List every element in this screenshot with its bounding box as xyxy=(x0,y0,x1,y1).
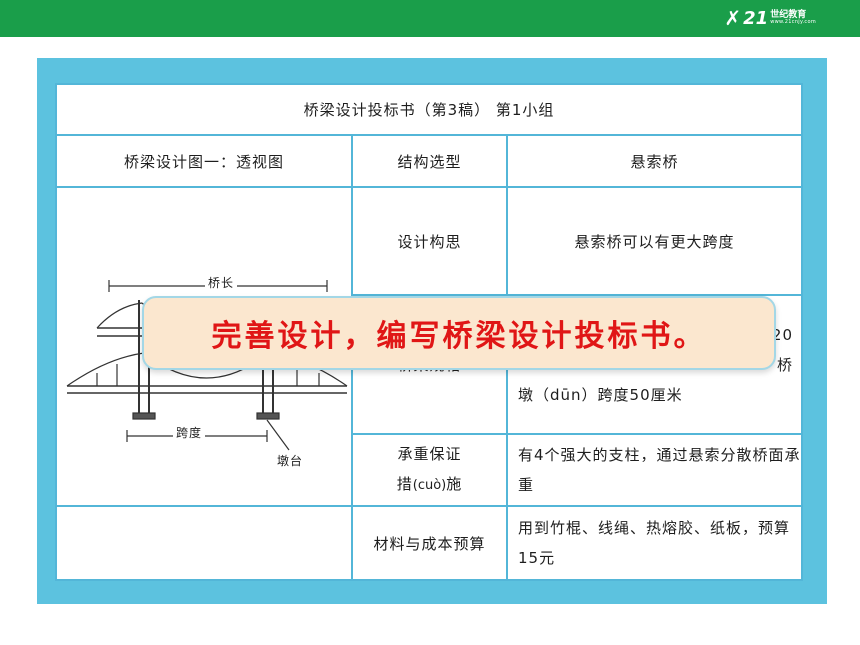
support-label-char: 措 xyxy=(396,475,413,493)
row-value-budget: 用到竹棍、线绳、热熔胶、纸板，预算15元 xyxy=(505,505,804,581)
logo-url: www.21cnjy.com xyxy=(770,19,816,25)
task-banner: 完善设计，编写桥梁设计投标书。 xyxy=(142,296,776,370)
row-label-support: 承重保证 措(cuò)施 xyxy=(351,433,508,507)
row-value-structure: 悬索桥 xyxy=(505,134,804,188)
support-pinyin: (cuò) xyxy=(412,478,447,493)
logo-text-block: 世纪教育 www.21cnjy.com xyxy=(770,11,816,25)
diagram-label: 桥梁设计图一：透视图 xyxy=(55,134,353,188)
pier-label: 墩台 xyxy=(277,454,304,468)
spec-line3: 墩（dūn）跨度50厘米 xyxy=(518,385,683,404)
support-label-line2: 措(cuò)施 xyxy=(353,469,506,501)
row-label-budget: 材料与成本预算 xyxy=(351,505,508,581)
banner-text: 完善设计，编写桥梁设计投标书。 xyxy=(211,319,707,354)
span-label: 跨度 xyxy=(173,424,206,441)
row-label-concept: 设计构思 xyxy=(351,186,508,296)
row-label-budget-spacer xyxy=(55,506,353,581)
brand-logo: ✗ 21 世纪教育 www.21cnjy.com xyxy=(724,5,816,31)
length-label: 桥长 xyxy=(205,274,238,291)
support-label-char2: 施 xyxy=(446,475,463,493)
support-label-line1: 承重保证 xyxy=(397,445,462,463)
logo-number: 21 xyxy=(743,7,769,29)
runner-icon: ✗ xyxy=(724,6,742,30)
table-title: 桥梁设计投标书（第3稿） 第1小组 xyxy=(54,83,804,136)
row-value-support: 有4个强大的支柱，通过悬索分散桥面承重 xyxy=(505,433,804,507)
row-value-concept: 悬索桥可以有更大跨度 xyxy=(505,186,804,296)
top-bar: ✗ 21 世纪教育 www.21cnjy.com xyxy=(0,0,860,37)
row-label-structure: 结构选型 xyxy=(351,134,508,188)
